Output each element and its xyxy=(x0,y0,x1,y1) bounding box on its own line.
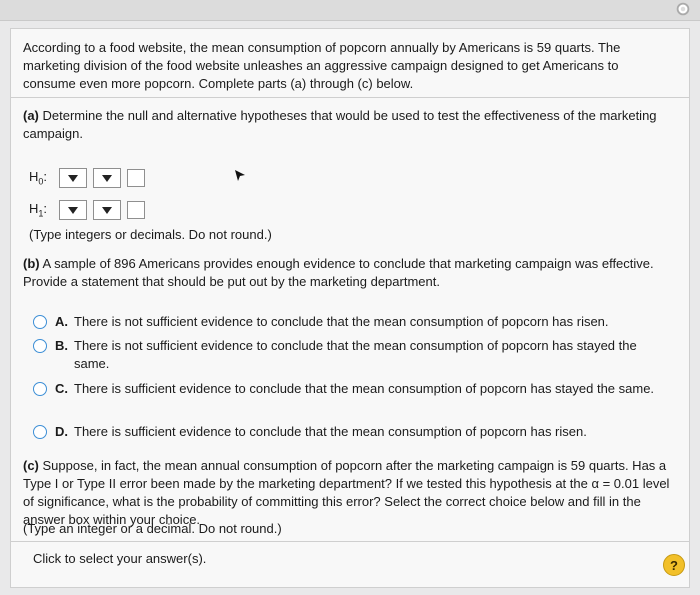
option-d[interactable]: D. There is sufficient evidence to concl… xyxy=(33,423,673,441)
part-c-text: Suppose, in fact, the mean annual consum… xyxy=(23,458,670,527)
chevron-down-icon xyxy=(102,174,112,182)
chevron-down-icon xyxy=(68,206,78,214)
radio-option-a[interactable] xyxy=(33,315,47,329)
divider xyxy=(11,97,689,98)
h0-operator-dropdown[interactable] xyxy=(93,168,121,188)
h0-parameter-dropdown[interactable] xyxy=(59,168,87,188)
question-panel: According to a food website, the mean co… xyxy=(10,28,690,588)
h0-label: H0: xyxy=(29,169,48,187)
part-c-hint: (Type an integer or a decimal. Do not ro… xyxy=(23,521,282,536)
radio-option-b[interactable] xyxy=(33,339,47,353)
alternative-hypothesis-row: H1: xyxy=(29,197,145,223)
footer-divider xyxy=(11,541,689,542)
h0-value-input[interactable] xyxy=(127,169,145,187)
part-a-text: Determine the null and alternative hypot… xyxy=(23,108,657,141)
h1-parameter-dropdown[interactable] xyxy=(59,200,87,220)
option-c[interactable]: C. There is sufficient evidence to concl… xyxy=(33,380,673,398)
part-b-prompt: (b) A sample of 896 Americans provides e… xyxy=(23,255,673,291)
h1-label: H1: xyxy=(29,201,48,219)
chevron-down-icon xyxy=(68,174,78,182)
part-c-prompt: (c) Suppose, in fact, the mean annual co… xyxy=(23,457,673,529)
top-toolbar xyxy=(0,0,700,21)
h1-operator-dropdown[interactable] xyxy=(93,200,121,220)
h1-value-input[interactable] xyxy=(127,201,145,219)
part-b-text: A sample of 896 Americans provides enoug… xyxy=(23,256,654,289)
mouse-cursor-icon xyxy=(235,170,245,181)
part-a-letter: (a) xyxy=(23,108,39,123)
radio-option-d[interactable] xyxy=(33,425,47,439)
null-hypothesis-row: H0: xyxy=(29,165,145,191)
click-to-answer-link[interactable]: Click to select your answer(s). xyxy=(33,551,206,566)
option-b[interactable]: B. There is not sufficient evidence to c… xyxy=(33,337,673,373)
part-c-letter: (c) xyxy=(23,458,39,473)
question-intro: According to a food website, the mean co… xyxy=(23,40,621,91)
part-b-letter: (b) xyxy=(23,256,40,271)
part-a-prompt: (a) Determine the null and alternative h… xyxy=(23,107,673,143)
radio-option-c[interactable] xyxy=(33,382,47,396)
chevron-down-icon xyxy=(102,206,112,214)
help-button[interactable]: ? xyxy=(663,554,685,576)
gear-icon[interactable] xyxy=(674,0,692,18)
option-a[interactable]: A. There is not sufficient evidence to c… xyxy=(33,313,673,331)
part-a-hint: (Type integers or decimals. Do not round… xyxy=(29,227,272,242)
